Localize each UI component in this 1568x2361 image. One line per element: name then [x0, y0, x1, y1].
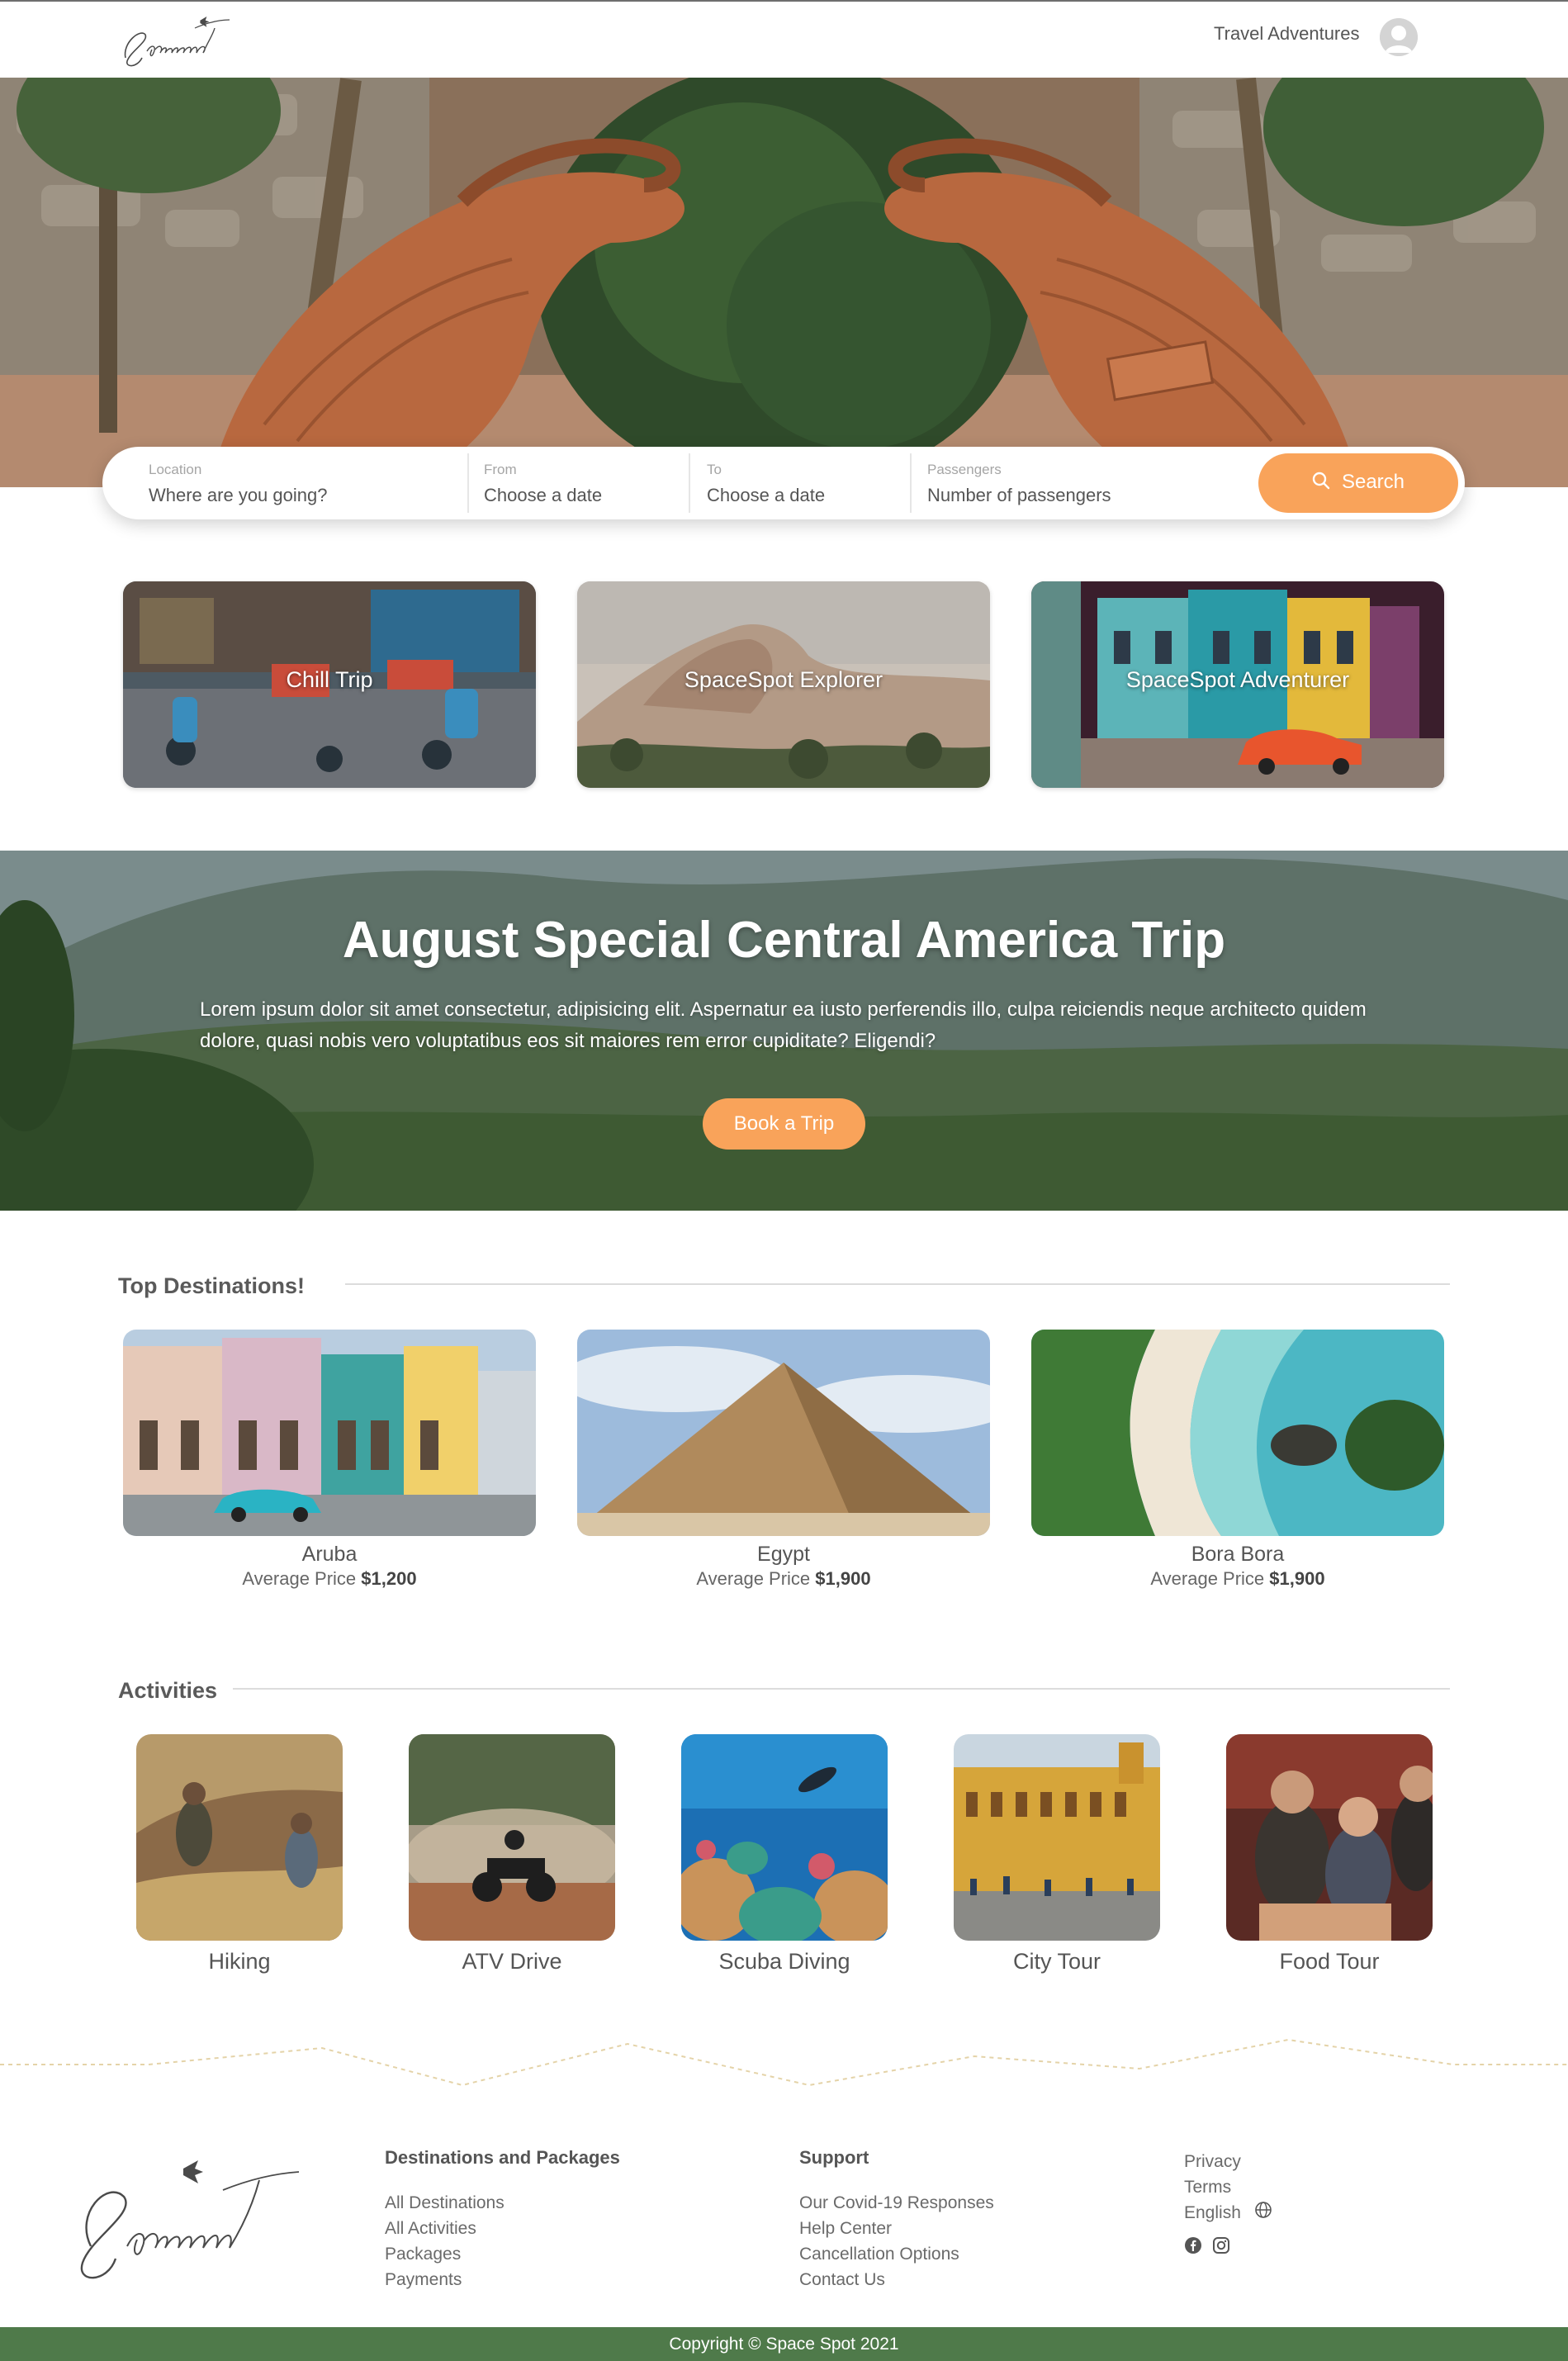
trip-card-adventurer[interactable]: SpaceSpot Adventurer [1031, 581, 1444, 788]
site-header: Travel Adventures [0, 2, 1568, 78]
language-selector[interactable]: English [1184, 2200, 1272, 2226]
passengers-label: Passengers [927, 462, 1002, 477]
search-button-label: Search [1341, 471, 1405, 494]
activity-name: Food Tour [1279, 1949, 1380, 1974]
activity-card-city-tour[interactable]: City Tour [954, 1734, 1160, 1975]
destination-card-egypt[interactable]: Egypt Average Price $1,900 [577, 1330, 990, 1590]
destination-card-aruba[interactable]: Aruba Average Price $1,200 [123, 1330, 536, 1590]
destination-price: Average Price $1,900 [577, 1568, 990, 1590]
price-value: $1,900 [815, 1568, 871, 1589]
activity-name: ATV Drive [462, 1949, 562, 1974]
price-value: $1,200 [361, 1568, 417, 1589]
instagram-icon[interactable] [1212, 2236, 1230, 2259]
activity-image [681, 1734, 888, 1941]
section-divider [345, 1283, 1450, 1285]
destination-name: Aruba [301, 1543, 358, 1566]
activity-card-scuba[interactable]: Scuba Diving [681, 1734, 888, 1975]
footer-link-payments[interactable]: Payments [385, 2267, 620, 2292]
footer-link-privacy[interactable]: Privacy [1184, 2149, 1272, 2174]
trip-card-explorer[interactable]: SpaceSpot Explorer [577, 581, 990, 788]
activity-name: Scuba Diving [718, 1949, 850, 1974]
passengers-input[interactable] [927, 485, 1233, 506]
location-input[interactable] [149, 485, 462, 506]
price-prefix: Average Price [696, 1568, 811, 1589]
trip-label: SpaceSpot Explorer [684, 667, 883, 692]
spacespot-logo[interactable] [116, 10, 248, 76]
location-field: Location [149, 447, 462, 519]
activity-image [954, 1734, 1160, 1941]
footer-link-covid[interactable]: Our Covid-19 Responses [799, 2190, 994, 2216]
from-label: From [484, 462, 517, 477]
activity-image [409, 1734, 615, 1941]
field-divider [910, 453, 912, 513]
footer-col-title: Support [799, 2147, 869, 2168]
activities-title: Activities [118, 1678, 218, 1703]
book-trip-button[interactable]: Book a Trip [703, 1098, 865, 1150]
copyright-bar: Copyright © Space Spot 2021 [0, 2327, 1568, 2361]
footer-link-help-center[interactable]: Help Center [799, 2216, 994, 2241]
footer-link-all-activities[interactable]: All Activities [385, 2216, 620, 2241]
language-label: English [1184, 2203, 1241, 2222]
passengers-field: Passengers [927, 447, 1241, 519]
price-prefix: Average Price [1150, 1568, 1265, 1589]
footer-link-terms[interactable]: Terms [1184, 2174, 1272, 2200]
footer-col-title: Destinations and Packages [385, 2147, 620, 2168]
activity-card-atv[interactable]: ATV Drive [409, 1734, 615, 1975]
field-divider [467, 453, 469, 513]
destinations-title: Top Destinations! [118, 1273, 305, 1298]
price-prefix: Average Price [242, 1568, 357, 1589]
footer-wave-divider [0, 2038, 1568, 2087]
destination-price: Average Price $1,200 [123, 1568, 536, 1590]
globe-icon [1254, 2201, 1272, 2226]
footer-link-contact[interactable]: Contact Us [799, 2267, 994, 2292]
to-label: To [707, 462, 722, 477]
spacespot-footer-logo[interactable] [58, 2147, 314, 2296]
from-date-input[interactable] [484, 485, 682, 506]
activity-card-food-tour[interactable]: Food Tour [1226, 1734, 1433, 1975]
location-label: Location [149, 462, 202, 477]
special-description: Lorem ipsum dolor sit amet consectetur, … [200, 998, 1367, 1052]
field-divider [689, 453, 690, 513]
special-banner: August Special Central America Trip Lore… [0, 851, 1568, 1211]
user-avatar[interactable] [1380, 18, 1418, 56]
destination-name: Bora Bora [1191, 1543, 1285, 1566]
price-value: $1,900 [1269, 1568, 1325, 1589]
footer-link-all-destinations[interactable]: All Destinations [385, 2190, 620, 2216]
destination-image [1031, 1330, 1444, 1536]
destination-image [123, 1330, 536, 1536]
footer-col-support: Support Our Covid-19 Responses Help Cent… [799, 2147, 994, 2292]
social-links [1184, 2236, 1272, 2259]
search-bar: Location From To Passengers Search [102, 447, 1465, 519]
user-icon [1380, 18, 1418, 56]
section-divider [233, 1688, 1450, 1690]
facebook-icon[interactable] [1184, 2236, 1202, 2259]
to-date-input[interactable] [707, 485, 905, 506]
trip-card-chill[interactable]: Chill Trip [123, 581, 536, 788]
footer-col-legal: Privacy Terms English [1184, 2149, 1272, 2259]
activity-card-hiking[interactable]: Hiking [136, 1734, 343, 1975]
activity-name: Hiking [208, 1949, 271, 1974]
activity-name: City Tour [1012, 1949, 1101, 1974]
hero-image [0, 78, 1568, 487]
destination-name: Egypt [757, 1543, 810, 1566]
search-icon [1312, 472, 1330, 495]
footer-col-destinations: Destinations and Packages All Destinatio… [385, 2147, 620, 2292]
to-field: To [707, 447, 913, 519]
destination-image [577, 1330, 990, 1536]
trip-label: SpaceSpot Adventurer [1125, 667, 1350, 692]
destination-price: Average Price $1,900 [1031, 1568, 1444, 1590]
footer-link-packages[interactable]: Packages [385, 2241, 620, 2267]
special-title: August Special Central America Trip [342, 912, 1226, 969]
activity-image [1226, 1734, 1433, 1941]
activity-image [136, 1734, 343, 1941]
nav-travel-adventures[interactable]: Travel Adventures [1214, 23, 1360, 45]
from-field: From [484, 447, 690, 519]
destination-card-bora-bora[interactable]: Bora Bora Average Price $1,900 [1031, 1330, 1444, 1590]
footer-link-cancellation[interactable]: Cancellation Options [799, 2241, 994, 2267]
trip-label: Chill Trip [286, 667, 373, 692]
search-button[interactable]: Search [1258, 453, 1458, 513]
